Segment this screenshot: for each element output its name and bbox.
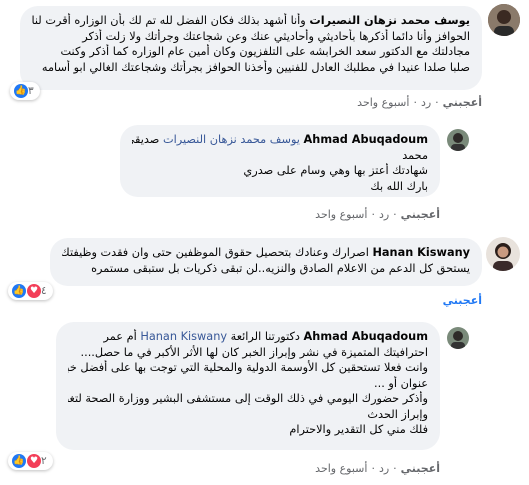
like-reaction-icon: 👍 (12, 454, 26, 468)
like-reaction-icon: 👍 (14, 84, 28, 98)
like-link[interactable]: أعجبني (443, 96, 482, 109)
comment-text: بارك الله بك (370, 179, 428, 193)
avatar[interactable] (447, 129, 469, 151)
timestamp[interactable]: أسبوع واحد (357, 96, 409, 109)
comment-bubble: Hanan Kiswany اصرارك وعنادك بتحصيل حقوق … (50, 238, 482, 286)
comment-text: عنوان أو ... (374, 376, 428, 390)
comment-text: اصرارك وعنادك بتحصيل حقوق الموظفين حتى و… (62, 246, 369, 259)
comment-text: صديقي وزميلي أبا (132, 133, 160, 146)
comment-text: يستحق كل الدعم من الاعلام الصادق والنزيه… (91, 261, 470, 275)
comment-text: محمد (402, 148, 428, 162)
like-link[interactable]: أعجبني (443, 294, 482, 307)
comment-text: وأنا أشهد بذلك فكان الفضل لله تم لك بأن … (32, 14, 306, 27)
comment-bubble: Ahmad Abuqadoum دكتورتنا الرائعة Hanan K… (56, 322, 440, 450)
reaction-summary[interactable]: 👍 ♥ ٢ (8, 452, 53, 470)
reply-link[interactable]: رد (379, 462, 389, 475)
timestamp[interactable]: أسبوع واحد (315, 208, 367, 221)
reaction-summary[interactable]: 👍 ٣ (10, 82, 40, 100)
love-reaction-icon: ♥ (27, 284, 41, 298)
comment-author[interactable]: Hanan Kiswany (372, 246, 470, 259)
like-reaction-icon: 👍 (12, 284, 26, 298)
reaction-summary[interactable]: 👍 ♥ ٤ (8, 282, 53, 300)
comment-text: شهادتك أعتز بها وهي وسام على صدري (243, 164, 428, 177)
like-link[interactable]: أعجبني (401, 208, 440, 221)
reaction-count: ٢ (41, 455, 47, 467)
comment-text: مجادلتك مع الدكتور سعد الخرابشه على التل… (60, 45, 470, 58)
avatar[interactable] (488, 4, 520, 36)
comment-author[interactable]: Ahmad Abuqadoum (304, 330, 428, 343)
comment-bubble: Ahmad Abuqadoum يوسف محمد نزهان النصيرات… (120, 125, 440, 197)
comment-text: وأذكر حضورك اليومي في ذلك الوقت إلى مستش… (68, 392, 428, 405)
comment-text: احترافيتك المتميزة في نشر وإبراز الخبر ك… (80, 345, 428, 359)
comment-actions: أعجبني·رد·أسبوع واحد (357, 96, 482, 109)
reaction-count: ٤ (41, 285, 47, 297)
reply-link[interactable]: رد (421, 96, 431, 109)
avatar[interactable] (486, 237, 520, 271)
comment-text: وإبراز الحدث (367, 407, 428, 421)
mention-link[interactable]: يوسف محمد نزهان النصيرات (163, 133, 300, 146)
love-reaction-icon: ♥ (27, 454, 41, 468)
comment-bubble: يوسف محمد نزهان النصيرات وأنا أشهد بذلك … (20, 6, 482, 90)
reaction-count: ٣ (28, 85, 34, 97)
comment-text: دكتورتنا الرائعة (230, 330, 300, 343)
timestamp[interactable]: أسبوع واحد (315, 462, 367, 475)
comment-author[interactable]: يوسف محمد نزهان النصيرات (309, 14, 470, 27)
like-link[interactable]: أعجبني (401, 462, 440, 475)
comment-text: صلبا صلدا عنيدا في مطلبك العادل للفنيين … (41, 60, 470, 74)
comment-actions: أعجبني·رد·أسبوع واحد (315, 208, 440, 221)
comment-author[interactable]: Ahmad Abuqadoum (304, 133, 428, 146)
comment-actions: أعجبني·رد·أسبوع واحد (315, 462, 440, 475)
avatar[interactable] (447, 327, 469, 349)
comment-text: أم عمر (103, 330, 137, 343)
mention-link[interactable]: Hanan Kiswany (140, 330, 227, 343)
reply-link[interactable]: رد (379, 208, 389, 221)
comment-text: وانت فعلا تستحقين كل الأوسمة الدولية وال… (68, 361, 428, 374)
comment-text: فلك مني كل التقدير والاحترام (289, 423, 428, 436)
comment-actions: أعجبني (260, 294, 482, 307)
comment-text: الحوافز وأنا دائما أذكرها بأحاديثي وأحاد… (82, 29, 470, 43)
